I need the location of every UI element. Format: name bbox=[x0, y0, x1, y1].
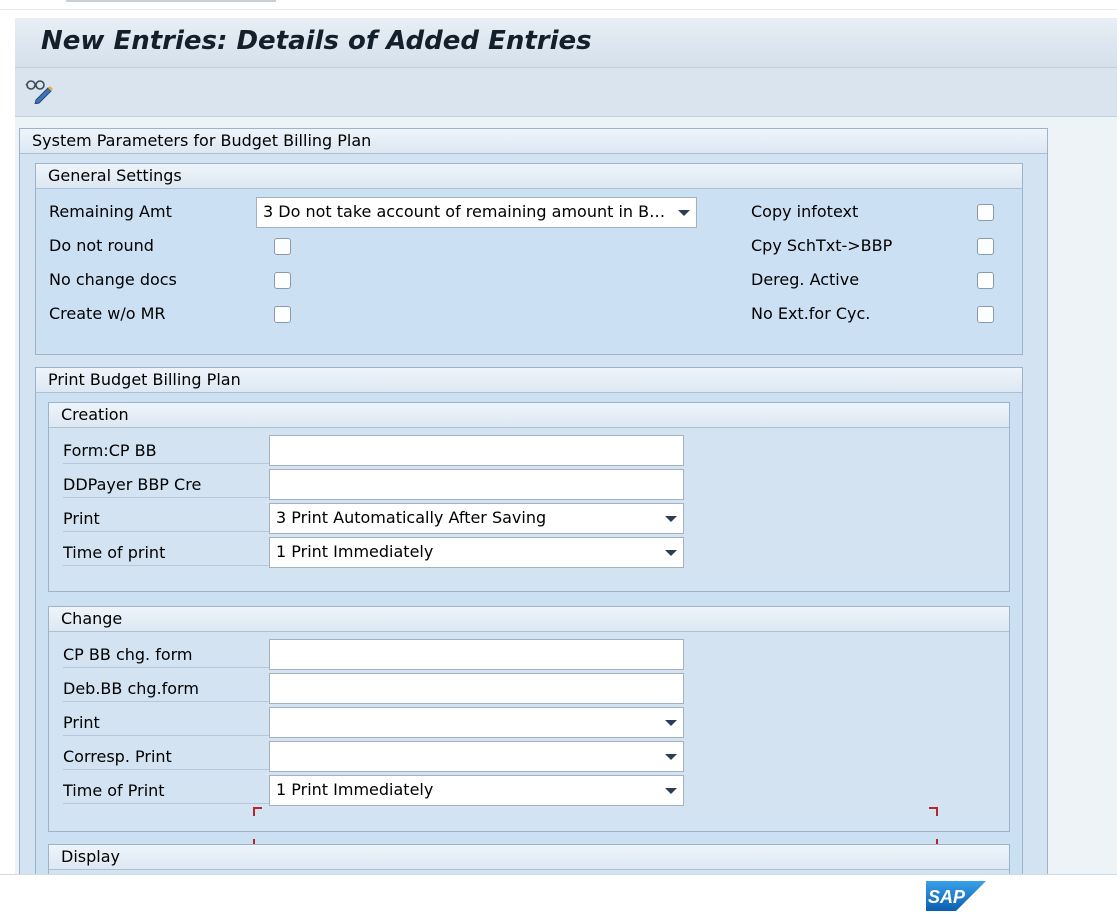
change-header: Change bbox=[49, 607, 1009, 632]
dereg-active-checkbox[interactable] bbox=[977, 272, 994, 289]
no-ext-cyc-label: No Ext.for Cyc. bbox=[751, 304, 871, 323]
ddpayer-input[interactable] bbox=[269, 469, 684, 500]
form-cp-bb-label: Form:CP BB bbox=[63, 439, 269, 464]
application-toolbar bbox=[15, 68, 1117, 117]
change-title: Change bbox=[61, 609, 123, 628]
no-change-docs-label: No change docs bbox=[49, 270, 177, 289]
chevron-down-icon bbox=[665, 788, 677, 794]
creation-title: Creation bbox=[61, 405, 129, 424]
creation-group: Creation Form:CP BB DDPayer BBP Cre Prin… bbox=[48, 402, 1010, 592]
general-settings-title: General Settings bbox=[48, 166, 182, 185]
display-title: Display bbox=[61, 847, 120, 866]
corresp-print-label: Corresp. Print bbox=[63, 745, 269, 770]
chevron-down-icon bbox=[665, 754, 677, 760]
system-parameters-title: System Parameters for Budget Billing Pla… bbox=[32, 131, 372, 150]
cpy-schtxt-checkbox[interactable] bbox=[977, 238, 994, 255]
display-group: Display bbox=[48, 844, 1010, 874]
creation-time-of-print-label: Time of print bbox=[63, 541, 269, 566]
creation-print-label: Print bbox=[63, 507, 269, 532]
chevron-down-icon bbox=[665, 516, 677, 522]
focus-corner-top-left bbox=[253, 807, 262, 816]
create-wo-mr-checkbox[interactable] bbox=[274, 306, 291, 323]
change-time-of-print-value: 1 Print Immediately bbox=[276, 780, 434, 799]
system-parameters-group: System Parameters for Budget Billing Pla… bbox=[19, 128, 1048, 874]
cp-bb-chg-form-label: CP BB chg. form bbox=[63, 643, 269, 668]
ddpayer-label: DDPayer BBP Cre bbox=[63, 473, 269, 498]
no-change-docs-checkbox[interactable] bbox=[274, 272, 291, 289]
cpy-schtxt-label: Cpy SchTxt->BBP bbox=[751, 236, 893, 255]
chevron-down-icon bbox=[678, 210, 690, 216]
chevron-down-icon bbox=[665, 720, 677, 726]
glasses-pencil-icon bbox=[25, 80, 53, 105]
corresp-print-dropdown[interactable] bbox=[269, 741, 684, 772]
copy-infotext-label: Copy infotext bbox=[751, 202, 859, 221]
chevron-down-icon bbox=[665, 550, 677, 556]
general-settings-header: General Settings bbox=[36, 164, 1022, 189]
no-ext-cyc-checkbox[interactable] bbox=[977, 306, 994, 323]
do-not-round-label: Do not round bbox=[49, 236, 154, 255]
cp-bb-chg-form-input[interactable] bbox=[269, 639, 684, 670]
print-bbp-title: Print Budget Billing Plan bbox=[48, 370, 241, 389]
do-not-round-checkbox[interactable] bbox=[274, 238, 291, 255]
change-time-of-print-dropdown[interactable]: 1 Print Immediately bbox=[269, 775, 684, 806]
svg-text:SAP: SAP bbox=[928, 887, 966, 907]
create-wo-mr-label: Create w/o MR bbox=[49, 304, 166, 323]
print-bbp-group: Print Budget Billing Plan Creation Form:… bbox=[35, 367, 1023, 874]
general-settings-group: General Settings Remaining Amt 3 Do not … bbox=[35, 163, 1023, 355]
status-bar: SAP bbox=[0, 874, 1117, 916]
display-change-button[interactable] bbox=[24, 76, 54, 105]
top-border bbox=[0, 0, 1117, 10]
copy-infotext-checkbox[interactable] bbox=[977, 204, 994, 221]
change-print-label: Print bbox=[63, 711, 269, 736]
sap-logo-icon: SAP bbox=[926, 881, 986, 911]
display-header: Display bbox=[49, 845, 1009, 870]
remaining-amt-dropdown[interactable]: 3 Do not take account of remaining amoun… bbox=[256, 197, 697, 228]
remaining-amt-value: 3 Do not take account of remaining amoun… bbox=[263, 202, 670, 221]
main-content: System Parameters for Budget Billing Pla… bbox=[15, 117, 1117, 874]
deb-bb-chg-form-input[interactable] bbox=[269, 673, 684, 704]
change-time-of-print-label: Time of Print bbox=[63, 779, 269, 804]
page-title: New Entries: Details of Added Entries bbox=[41, 26, 592, 56]
deb-bb-chg-form-label: Deb.BB chg.form bbox=[63, 677, 269, 702]
creation-time-of-print-dropdown[interactable]: 1 Print Immediately bbox=[269, 537, 684, 568]
creation-print-dropdown[interactable]: 3 Print Automatically After Saving bbox=[269, 503, 684, 534]
creation-print-value: 3 Print Automatically After Saving bbox=[276, 508, 547, 527]
creation-header: Creation bbox=[49, 403, 1009, 428]
top-stub bbox=[66, 0, 276, 2]
form-cp-bb-input[interactable] bbox=[269, 435, 684, 466]
title-bar: New Entries: Details of Added Entries bbox=[15, 18, 1117, 68]
sap-window: New Entries: Details of Added Entries Sy… bbox=[15, 18, 1117, 874]
change-print-dropdown[interactable] bbox=[269, 707, 684, 738]
remaining-amt-label: Remaining Amt bbox=[49, 202, 172, 221]
system-parameters-header: System Parameters for Budget Billing Pla… bbox=[20, 129, 1047, 154]
dereg-active-label: Dereg. Active bbox=[751, 270, 860, 289]
creation-time-of-print-value: 1 Print Immediately bbox=[276, 542, 434, 561]
change-group: Change CP BB chg. form Deb.BB chg.form P… bbox=[48, 606, 1010, 848]
focus-corner-top-right bbox=[929, 807, 938, 816]
print-bbp-header: Print Budget Billing Plan bbox=[36, 368, 1022, 393]
